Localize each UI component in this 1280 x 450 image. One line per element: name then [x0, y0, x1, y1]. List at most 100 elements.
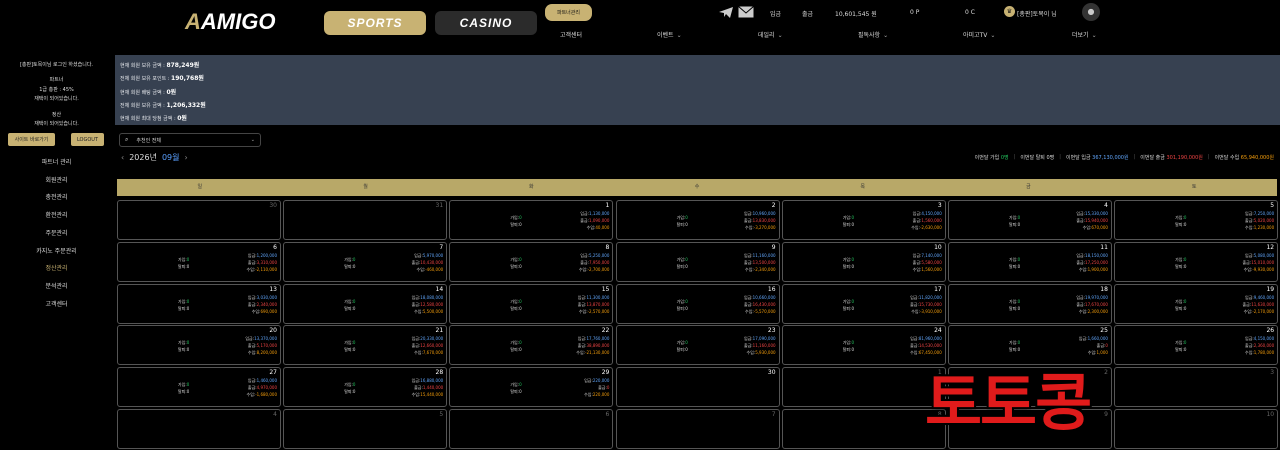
- deposit-line: 입금:5,080,000: [1243, 252, 1274, 259]
- partner-status: 재택이 되어있습니다.: [34, 96, 79, 102]
- menu-event[interactable]: 이벤트 ⌄: [657, 30, 682, 39]
- partner-manage-button[interactable]: 파트너관리: [545, 4, 592, 21]
- calendar-day[interactable]: 17 가입:0 탈퇴:0 입금:11,820,000 출금:15,730,000 수입:-…: [781, 283, 946, 324]
- casino-button[interactable]: CASINO: [435, 11, 537, 35]
- calendar-day[interactable]: 10: [1114, 408, 1279, 449]
- day-members: 가입:0 탈퇴:0: [1009, 214, 1020, 228]
- calendar-day[interactable]: 7: [615, 408, 780, 449]
- sidebar-item[interactable]: 회원관리: [0, 175, 113, 184]
- menu-amigo-tv[interactable]: 아미고TV ⌄: [963, 30, 995, 39]
- user-icon[interactable]: ●: [1082, 3, 1100, 21]
- withdraw-value: 38,890,000: [586, 343, 610, 349]
- deposit-label: 입금:: [1078, 336, 1088, 342]
- net-label: 수입:: [246, 266, 256, 272]
- prev-month-button[interactable]: ‹: [121, 153, 124, 162]
- points-text: 0 P: [910, 9, 920, 16]
- telegram-icon[interactable]: [718, 6, 734, 19]
- amigo-logo[interactable]: AAMIGO: [185, 9, 275, 35]
- calendar-day[interactable]: 24 가입:0 탈퇴:0 입금:81,960,000 출금:14,530,000 수입:6…: [781, 325, 946, 366]
- quit-value: 0: [1017, 263, 1021, 269]
- calendar-day[interactable]: 15 가입:0 탈퇴:0 입금:11,300,000 출금:13,870,000 수입:-…: [449, 283, 614, 324]
- calendar-day[interactable]: 1: [781, 367, 946, 408]
- calendar-day[interactable]: 14 가입:0 탈퇴:0 입금:18,080,000 출금:12,580,000 수입:5…: [283, 283, 448, 324]
- menu-notice[interactable]: 필독사항 ⌄: [858, 30, 888, 39]
- next-month-button[interactable]: ›: [184, 153, 187, 162]
- calendar-day[interactable]: 20 가입:0 탈퇴:0 입금:13,370,000 출금:5,170,000 수입:8,…: [117, 325, 281, 366]
- withdraw-value: 15,940,000: [1085, 218, 1108, 223]
- net-value: -2,570,000: [587, 308, 610, 314]
- calendar-day[interactable]: 6: [449, 408, 614, 449]
- calendar-day[interactable]: 8: [781, 408, 946, 449]
- quit-line: 탈퇴:0: [677, 263, 688, 270]
- calendar-day[interactable]: 18 가입:0 탈퇴:0 입금:19,970,000 출금:17,670,000 수입:2…: [947, 283, 1112, 324]
- stat-separator: |: [1207, 154, 1210, 160]
- calendar-day[interactable]: 22 가입:0 탈퇴:0 입금:17,760,000 출금:38,890,000 수입:-…: [449, 325, 614, 366]
- calendar-day[interactable]: 4: [117, 408, 281, 449]
- calendar-day[interactable]: 31: [283, 200, 448, 240]
- calendar-day[interactable]: 3: [1114, 367, 1279, 408]
- sidebar-item[interactable]: 카지노 주문관리: [0, 246, 113, 255]
- withdraw-label: 출금:: [411, 343, 421, 349]
- sidebar-item[interactable]: 환전관리: [0, 210, 113, 219]
- calendar-day[interactable]: 6 가입:0 탈퇴:0 입금:1,200,000 출금:3,310,000 수입:-2,1…: [117, 241, 281, 282]
- menu-more[interactable]: 더보기 ⌄: [1072, 30, 1097, 39]
- withdraw-label: 출금:: [1076, 218, 1086, 223]
- calendar-day[interactable]: 1 가입:0 탈퇴:0 입금:1,130,000 출금:1,090,000 수입:40,0…: [449, 200, 614, 240]
- calendar-day[interactable]: 21 가입:0 탈퇴:0 입금:20,330,000 출금:12,660,000 수입:7…: [283, 325, 448, 366]
- calendar-day[interactable]: 3 가입:0 탈퇴:0 입금:4,150,000 출금:1,560,000 수입:-2,6…: [781, 200, 946, 240]
- calendar-day[interactable]: 12 가입:0 탈퇴:0 입금:5,080,000 출금:15,010,000 수입:-9…: [1114, 241, 1279, 282]
- calendar-day[interactable]: 5: [283, 408, 448, 449]
- net-value: -21,130,000: [585, 350, 610, 356]
- calendar-day[interactable]: 27 가입:0 탈퇴:0 입금:1,460,000 출금:4,970,000 수입:-1,…: [117, 367, 281, 408]
- join-line: 가입:0: [1175, 214, 1186, 221]
- day-members: 가입:0 탈퇴:0: [1009, 256, 1020, 270]
- deposit-value: 5,250,000: [589, 252, 610, 258]
- sidebar-item[interactable]: 고객센터: [0, 299, 113, 308]
- join-label: 가입:: [1175, 298, 1184, 304]
- withdraw-value: 1,560,000: [921, 218, 942, 223]
- sidebar-item[interactable]: 파트너 관리: [0, 157, 113, 166]
- calendar-day[interactable]: 2 가입:0 탈퇴:0 입금:10,960,000 출금:13,830,000 수입:-3…: [615, 200, 780, 240]
- net-label: 수입:: [578, 266, 588, 272]
- calendar-day[interactable]: 26 가입:0 탈퇴:0 입금:4,150,000 출금:2,360,000 수입:1,7…: [1114, 325, 1279, 366]
- join-label: 가입:: [178, 340, 187, 346]
- join-line: 가입:0: [178, 339, 189, 346]
- calendar-day[interactable]: 30: [615, 367, 780, 408]
- join-value: 0: [186, 340, 190, 346]
- calendar-day[interactable]: 13 가입:0 탈퇴:0 입금:3,030,000 출금:2,340,000 수입:690…: [117, 283, 281, 324]
- menu-daily[interactable]: 데일리 ⌄: [758, 30, 783, 39]
- withdraw-link[interactable]: 출금: [802, 9, 813, 18]
- calendar-day[interactable]: 4 가입:0 탈퇴:0 입금:15,330,000 출금:15,940,000 수입:67…: [947, 200, 1112, 240]
- site-shortcut-button[interactable]: 사이트 바로가기: [8, 133, 55, 146]
- sidebar-item[interactable]: 충전관리: [0, 192, 113, 201]
- mail-icon[interactable]: [738, 6, 754, 18]
- day-finance: 입금:5,080,000 출금:15,010,000 수입:-9,930,000: [1243, 252, 1275, 273]
- calendar-day[interactable]: 7 가입:0 탈퇴:0 입금:5,970,000 출금:10,430,000 수입:-46…: [283, 241, 448, 282]
- calendar-day[interactable]: 8 가입:0 탈퇴:0 입금:5,250,000 출금:7,950,000 수입:-2,7…: [449, 241, 614, 282]
- day-finance: 입금:7,250,000 출금:5,020,000 수입:1,230,000: [1245, 210, 1274, 231]
- calendar-day[interactable]: 10 가입:0 탈퇴:0 입금:7,140,000 출금:5,580,000 수입:1,5…: [781, 241, 946, 282]
- sidebar-item[interactable]: 분석관리: [0, 281, 113, 290]
- calendar-day[interactable]: 5 가입:0 탈퇴:0 입금:7,250,000 출금:5,020,000 수입:1,23…: [1114, 200, 1279, 240]
- calendar-day[interactable]: 19 가입:0 탈퇴:0 입금:9,460,000 출금:11,630,000 수입:-2…: [1114, 283, 1279, 324]
- calendar-day[interactable]: 28 가입:0 탈퇴:0 입금:16,880,000 출금:1,440,000 수입:15…: [283, 367, 448, 408]
- calendar-day[interactable]: 30: [117, 200, 281, 240]
- calendar-day[interactable]: 9 가입:0 탈퇴:0 입금:11,160,000 출금:13,500,000 수입:-2…: [615, 241, 780, 282]
- calendar-day[interactable]: 11 가입:0 탈퇴:0 입금:18,150,000 출금:17,250,000 수입:1…: [947, 241, 1112, 282]
- referrer-select[interactable]: ⌕ 추천인 전체 ⌄: [119, 133, 261, 147]
- deposit-link[interactable]: 입금: [770, 9, 781, 18]
- sidebar-item[interactable]: 정산관리: [0, 263, 113, 272]
- sports-button[interactable]: SPORTS: [324, 11, 426, 35]
- calendar-day[interactable]: 29 가입:0 탈퇴:0 입금:220,000 출금:0 수입:220,000: [449, 367, 614, 408]
- withdraw-label: 출금:: [1245, 218, 1254, 223]
- withdraw-line: 출금:13,830,000: [744, 217, 776, 224]
- menu-customer-center[interactable]: 고객센터: [560, 30, 582, 39]
- logout-button[interactable]: LOGOUT: [71, 133, 104, 146]
- net-line: 수입:-2,110,000: [246, 266, 277, 273]
- quit-value: 0: [1017, 305, 1021, 311]
- calendar-day[interactable]: 16 가입:0 탈퇴:0 입금:10,660,000 출금:16,430,000 수입:-…: [615, 283, 780, 324]
- calendar-day[interactable]: 23 가입:0 탈퇴:0 입금:17,090,000 출금:11,160,000 수입:5…: [615, 325, 780, 366]
- join-value: 0: [352, 298, 356, 304]
- deposit-value: 18,150,000: [1085, 252, 1108, 258]
- sidebar-item[interactable]: 주문관리: [0, 228, 113, 237]
